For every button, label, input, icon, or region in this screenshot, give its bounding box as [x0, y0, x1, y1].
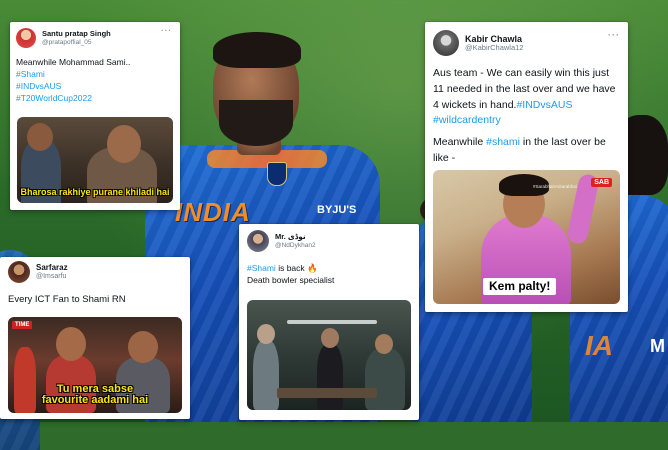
user-handle[interactable]: @KabirChawla12 — [465, 43, 523, 53]
tweet-media-image[interactable]: TIME Tu mera sabse favourite aadami hai — [8, 317, 182, 413]
user-handle[interactable]: @NdDykhan2 — [275, 242, 316, 249]
media-person — [317, 344, 343, 410]
media-caption: Bharosa rakhiye purane khiladi hai — [20, 186, 170, 197]
right-jersey-letter: M — [650, 336, 665, 356]
tweet-media-image[interactable]: Bharosa rakhiye purane khiladi hai — [17, 117, 173, 203]
jersey-sponsor: BYJU'S — [317, 204, 357, 216]
hashtag-link[interactable]: #wildcardentry — [433, 113, 620, 129]
tweet-text: Every ICT Fan to Shami RN — [8, 294, 126, 305]
display-name[interactable]: Santu pratap Singh — [42, 29, 111, 39]
tweet-text: Aus team - We can easily win this just 1… — [433, 66, 620, 113]
media-person-head — [375, 334, 393, 354]
media-person-head — [56, 327, 86, 361]
media-watermark: SAB — [591, 178, 612, 187]
tweet-media-image[interactable]: SAB #SarabhaiVsSarabhai Kem palty! — [433, 170, 620, 304]
media-person — [365, 348, 405, 410]
media-caption-line: favourite aadami hai — [41, 394, 149, 407]
hashtag-link[interactable]: #T20WorldCup2022 — [16, 92, 174, 104]
hashtag-link[interactable]: #INDvsAUS — [516, 99, 572, 111]
avatar[interactable] — [8, 261, 30, 283]
more-dots-icon[interactable]: ··· — [608, 30, 620, 40]
hashtag-link[interactable]: #Shami — [247, 263, 276, 273]
media-logo: TIME — [12, 321, 33, 329]
media-person-head — [107, 125, 141, 163]
avatar[interactable] — [433, 30, 459, 56]
player-beard — [219, 100, 293, 146]
avatar[interactable] — [16, 28, 36, 48]
tweet-text: #Shami is back 🔥 — [247, 262, 411, 274]
tweet-card-4[interactable]: Mr. نوڈی @NdDykhan2 #Shami is back 🔥 Dea… — [239, 224, 419, 420]
tweet-text-part: is back — [275, 263, 308, 273]
hashtag-link[interactable]: #shami — [486, 136, 520, 148]
tweet-media-image[interactable] — [247, 300, 411, 410]
media-caption: Tu mera sabse favourite aadami hai — [8, 383, 182, 407]
fire-emoji-icon: 🔥 — [307, 263, 318, 273]
media-person — [253, 340, 279, 410]
media-credit: #SarabhaiVsSarabhai — [533, 184, 577, 189]
display-name[interactable]: Mr. نوڈی — [275, 232, 316, 242]
avatar[interactable] — [247, 230, 269, 252]
more-dots-icon[interactable]: ··· — [161, 26, 172, 35]
media-caption: Kem palty! — [483, 278, 557, 295]
tweet-card-3[interactable]: Sarfaraz @Imsarfu Every ICT Fan to Shami… — [0, 257, 190, 419]
media-table — [277, 388, 377, 398]
tweet-text: Meanwhile #shami in the last over be lik… — [433, 135, 620, 167]
user-handle[interactable]: @Imsarfu — [36, 273, 68, 281]
hashtag-link[interactable]: #INDvsAUS — [16, 80, 174, 92]
user-handle[interactable]: @pratapoffial_05 — [42, 39, 111, 46]
media-lights — [287, 320, 377, 324]
hashtag-link[interactable]: #Shami — [16, 68, 174, 80]
media-person-head — [27, 123, 53, 151]
media-person-head — [321, 328, 339, 348]
display-name[interactable]: Sarfaraz — [36, 263, 68, 272]
bcci-badge — [267, 162, 287, 186]
tweet-card-2[interactable]: Kabir Chawla @KabirChawla12 ··· Aus team… — [425, 22, 628, 312]
tweet-text: Death bowler specialist — [247, 275, 335, 286]
media-person-head — [128, 331, 158, 363]
player-hair — [213, 32, 301, 68]
right-jersey-letters: IA — [585, 330, 613, 361]
tweet-card-1[interactable]: Santu pratap Singh @pratapoffial_05 ··· … — [10, 22, 180, 210]
tweet-text: Meanwhile Mohammad Sami.. — [16, 57, 131, 67]
tweet-text-part: Meanwhile — [433, 136, 487, 148]
media-person-head — [257, 324, 275, 344]
